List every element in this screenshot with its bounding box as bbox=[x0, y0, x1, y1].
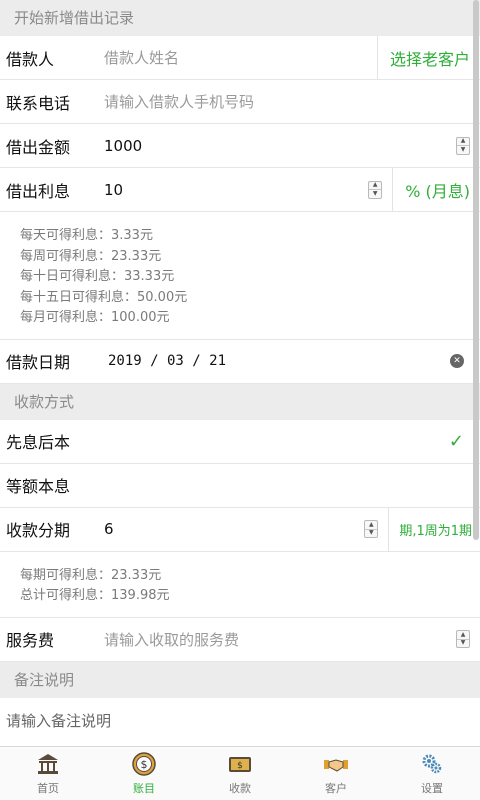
amount-stepper[interactable]: ▲ ▼ bbox=[456, 136, 470, 155]
stepper-up-icon[interactable]: ▲ bbox=[369, 182, 381, 190]
date-row: 借款日期 2019 / 03 / 21 ✕ bbox=[0, 340, 480, 384]
borrower-row: 借款人 借款人姓名 选择老客户 bbox=[0, 36, 480, 80]
fee-input[interactable]: 请输入收取的服务费 bbox=[104, 629, 456, 650]
interest-info-line: 每天可得利息：3.33元 bbox=[20, 228, 153, 243]
tab-accounts[interactable]: $ 账目 bbox=[96, 747, 192, 800]
interest-input[interactable]: 10 bbox=[104, 181, 368, 199]
tab-label: 账目 bbox=[133, 782, 155, 795]
notes-section-title: 备注说明 bbox=[0, 661, 480, 698]
tab-home[interactable]: 首页 bbox=[0, 747, 96, 800]
tab-label: 首页 bbox=[37, 782, 59, 795]
period-info-line: 每期可得利息：23.33元 bbox=[20, 567, 162, 583]
handshake-icon bbox=[323, 751, 349, 777]
tab-label: 客户 bbox=[325, 782, 347, 795]
stepper-up-icon[interactable]: ▲ bbox=[365, 521, 377, 529]
tab-label: 收款 bbox=[229, 782, 251, 795]
amount-input[interactable]: 1000 bbox=[104, 137, 456, 155]
fee-stepper[interactable]: ▲ ▼ bbox=[456, 630, 470, 648]
tab-label: 设置 bbox=[421, 782, 443, 795]
period-info: 每期可得利息：23.33元 总计可得利息：139.98元 bbox=[0, 552, 480, 618]
repay-section-title: 收款方式 bbox=[0, 383, 480, 420]
bank-icon bbox=[35, 751, 61, 777]
interest-unit-select[interactable]: % (月息) bbox=[393, 178, 480, 202]
svg-text:$: $ bbox=[237, 761, 243, 771]
scrollbar[interactable] bbox=[473, 0, 479, 540]
amount-label: 借出金额 bbox=[6, 137, 71, 157]
tab-collections[interactable]: $ 收款 bbox=[192, 747, 288, 800]
stepper-up-icon[interactable]: ▲ bbox=[457, 138, 469, 146]
repay-option-label: 等额本息 bbox=[6, 477, 71, 496]
tab-bar: 首页 $ 账目 $ 收款 客户 设置 bbox=[0, 746, 480, 800]
periods-label: 收款分期 bbox=[6, 521, 71, 540]
gears-icon bbox=[419, 751, 445, 777]
interest-label: 借出利息 bbox=[6, 181, 71, 201]
interest-info-line: 每十日可得利息：33.33元 bbox=[20, 269, 175, 284]
dollar-coin-icon: $ bbox=[131, 751, 157, 777]
amount-row: 借出金额 1000 ▲ ▼ bbox=[0, 124, 480, 168]
interest-info-line: 每周可得利息：23.33元 bbox=[20, 248, 162, 264]
period-unit-select[interactable]: 期,1周为1期 bbox=[389, 520, 480, 539]
select-old-customer-button[interactable]: 选择老客户 bbox=[378, 46, 480, 70]
interest-info: 每天可得利息：3.33元 每周可得利息：23.33元 每十日可得利息：33.33… bbox=[0, 212, 480, 340]
interest-info-line: 每十五日可得利息：50.00元 bbox=[20, 289, 188, 305]
interest-info-line: 每月可得利息：100.00元 bbox=[20, 310, 170, 325]
stepper-down-icon[interactable]: ▼ bbox=[457, 638, 469, 648]
phone-row: 联系电话 请输入借款人手机号码 bbox=[0, 80, 480, 124]
borrower-label: 借款人 bbox=[6, 49, 55, 69]
repay-option-interest-first[interactable]: 先息后本 ✓ bbox=[0, 420, 480, 464]
fee-label: 服务费 bbox=[6, 631, 55, 650]
period-info-line: 总计可得利息：139.98元 bbox=[20, 588, 170, 603]
svg-text:$: $ bbox=[141, 758, 148, 771]
clear-date-icon[interactable]: ✕ bbox=[450, 354, 464, 368]
fee-row: 服务费 请输入收取的服务费 ▲ ▼ bbox=[0, 618, 480, 662]
repay-option-equal-installment[interactable]: 等额本息 bbox=[0, 464, 480, 508]
tab-settings[interactable]: 设置 bbox=[384, 747, 480, 800]
phone-label: 联系电话 bbox=[6, 93, 71, 113]
stepper-down-icon[interactable]: ▼ bbox=[369, 189, 382, 198]
stepper-down-icon[interactable]: ▼ bbox=[457, 145, 469, 154]
date-label: 借款日期 bbox=[6, 353, 71, 372]
checkmark-icon: ✓ bbox=[448, 430, 464, 452]
periods-row: 收款分期 6 ▲ ▼ 期,1周为1期 bbox=[0, 507, 480, 552]
borrower-name-input[interactable]: 借款人姓名 bbox=[104, 47, 377, 68]
stepper-up-icon[interactable]: ▲ bbox=[457, 631, 469, 639]
cash-icon: $ bbox=[227, 751, 253, 777]
tab-customers[interactable]: 客户 bbox=[288, 747, 384, 800]
form-page: 开始新增借出记录 借款人 借款人姓名 选择老客户 联系电话 请输入借款人手机号码… bbox=[0, 0, 480, 743]
form-header: 开始新增借出记录 bbox=[0, 0, 480, 36]
interest-row: 借出利息 10 ▲ ▼ % (月息) bbox=[0, 168, 480, 212]
periods-stepper[interactable]: ▲ ▼ bbox=[364, 520, 379, 538]
interest-stepper[interactable]: ▲ ▼ bbox=[368, 180, 383, 199]
phone-input[interactable]: 请输入借款人手机号码 bbox=[104, 91, 480, 112]
date-input[interactable]: 2019 / 03 / 21 bbox=[104, 353, 450, 369]
periods-input[interactable]: 6 bbox=[104, 520, 364, 538]
notes-input[interactable]: 请输入备注说明 bbox=[0, 698, 480, 743]
repay-option-label: 先息后本 bbox=[6, 433, 71, 452]
stepper-down-icon[interactable]: ▼ bbox=[365, 528, 378, 538]
